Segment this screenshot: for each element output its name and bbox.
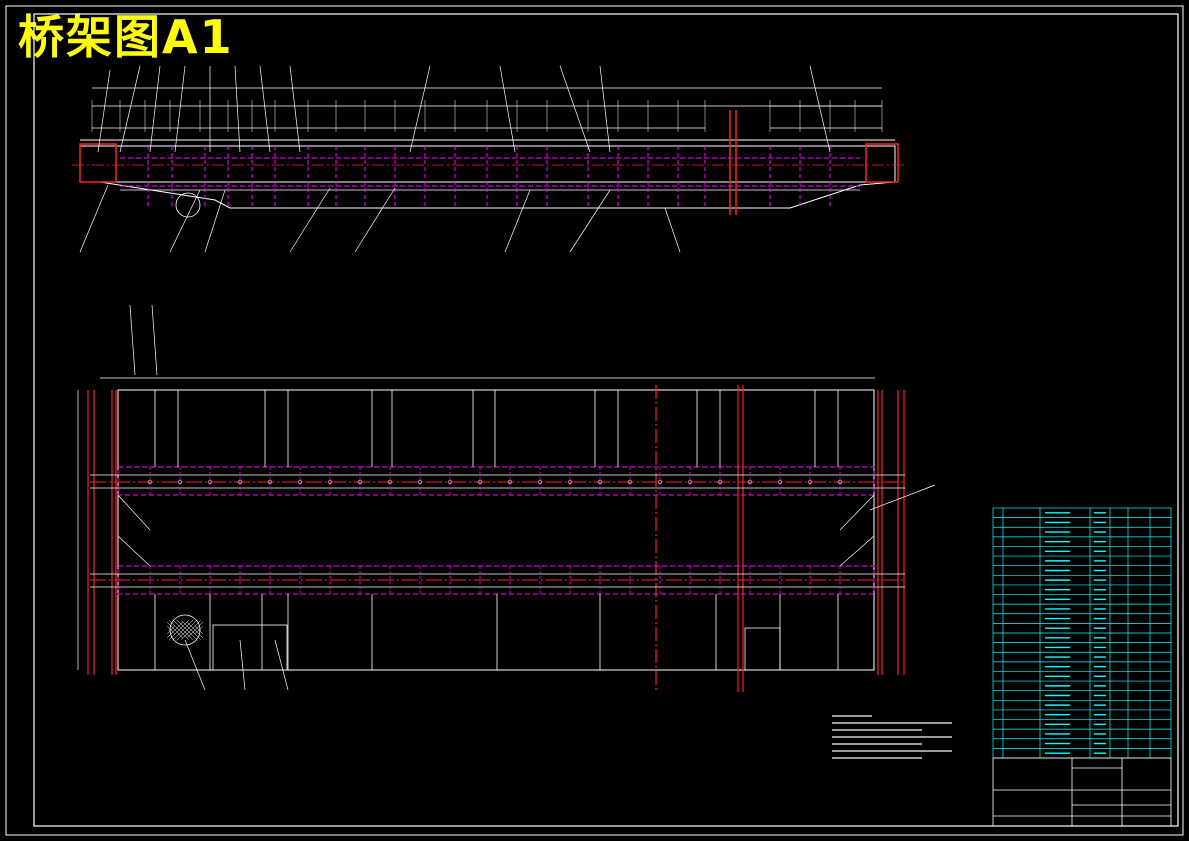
technical-notes: [832, 715, 952, 759]
inner-border: [33, 13, 1179, 827]
top-elevation-view: [72, 65, 905, 253]
outer-border: [5, 5, 1184, 836]
plan-view: [77, 304, 936, 692]
drawing-canvas: [5, 5, 1184, 836]
title-block: [992, 757, 1172, 827]
parts-list-table: [992, 507, 1172, 759]
